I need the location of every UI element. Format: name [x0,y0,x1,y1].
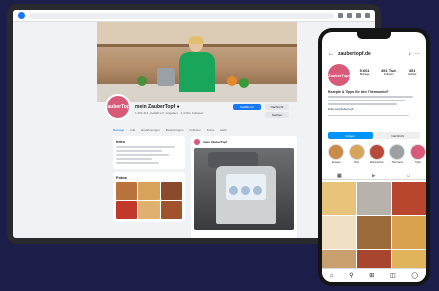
post-thumb[interactable] [392,216,426,249]
bottom-nav: ⌂ ⚲ ⊞ ◫ ◯ [322,268,426,282]
instagram-profile-screen: ← zaubertopf.de ♪ ⋯ ZauberTopf 5.661 Bei… [322,32,426,282]
post-author[interactable]: mein ZauberTopf [203,140,227,144]
tagged-tab-icon[interactable]: ☺ [406,173,411,179]
tab-photos[interactable]: Fotos [207,128,215,132]
follow-button[interactable]: Folgen [328,132,373,139]
post-grid [322,182,426,282]
profile-avatar[interactable]: ZauberTopf [328,64,350,86]
intro-card: Intro [113,136,185,169]
profile-header: ← zaubertopf.de ♪ ⋯ [328,50,420,58]
message-button[interactable]: Nachricht [265,104,289,110]
tab-followers[interactable]: Follower [189,128,200,132]
photo-grid [116,182,182,219]
post-thumb[interactable] [322,216,356,249]
thermomix-image [216,166,276,224]
intro-title: Intro [116,139,125,144]
profile-tabs: ▦ ▶ ☺ [322,172,426,180]
phone-device: ← zaubertopf.de ♪ ⋯ ZauberTopf 5.661 Bei… [318,28,430,286]
stat-followers[interactable]: 491 Tsd. Follower [381,68,397,76]
post-thumb[interactable] [392,182,426,215]
profile-stats: 5.661 Beiträge 491 Tsd. Follower 351 Gef… [354,68,422,76]
add-post-icon[interactable]: ⊞ [369,272,374,279]
tab-reviews[interactable]: Bewertungen [166,128,184,132]
highlight-item[interactable]: Thermomix [389,144,406,164]
photo-thumb[interactable] [116,201,138,219]
page-avatar[interactable]: ZauberTopf [104,94,132,120]
post-thumb[interactable] [322,182,356,215]
browser-bar [13,10,375,22]
profile-bio: Rezepte & Tipps für den Thermomix® linkt… [328,90,420,118]
cover-photo [97,22,297,102]
bio-link[interactable]: linktr.ee/zaubertopf [328,107,420,111]
grid-tab-icon[interactable]: ▦ [337,173,342,179]
stat-posts[interactable]: 5.661 Beiträge [360,68,370,76]
profile-icon[interactable]: ◯ [411,272,418,279]
page-header: ZauberTopf mein ZauberTopf ● 1.261.412 „… [97,94,297,126]
tab-posts[interactable]: Beiträge [113,128,124,132]
highlight-item[interactable]: Brot [348,144,365,164]
grid-menu-icon[interactable] [338,13,343,18]
highlight-item[interactable]: Tipps [409,144,426,164]
message-button[interactable]: Nachricht [375,132,420,139]
more-options-icon[interactable]: ⋯ [415,51,420,57]
post-video[interactable] [194,148,294,230]
post-avatar[interactable] [194,139,200,145]
messenger-icon[interactable] [347,13,352,18]
photo-thumb[interactable] [160,201,182,219]
bio-title: Rezepte & Tipps für den Thermomix® [328,90,389,94]
highlight-item[interactable]: Rezepte [328,144,345,164]
photo-thumb[interactable] [138,182,160,200]
search-input[interactable] [29,12,334,19]
right-column: mein ZauberTopf [191,136,297,238]
stat-following[interactable]: 351 Gefolgt [408,68,416,76]
shop-icon[interactable]: ◫ [390,272,396,279]
back-arrow-icon[interactable]: ← [328,51,334,57]
notifications-icon[interactable] [356,13,361,18]
profile-actions: Folgen Nachricht [328,132,420,139]
facebook-logo-icon[interactable] [18,12,25,19]
tab-more[interactable]: Mehr [220,128,227,132]
reels-tab-icon[interactable]: ▶ [372,173,376,179]
page-stats: 1.261.412 „Gefällt mir“-Angaben · 1,4 Mi… [135,111,204,115]
left-column: Intro Fotos [113,136,185,225]
post-card: mein ZauberTopf [191,136,297,238]
like-page-button[interactable]: Gefällt mir [233,104,261,110]
photos-title: Fotos [116,175,127,180]
highlight-item[interactable]: Weihnachten [369,144,386,164]
home-icon[interactable]: ⌂ [330,273,334,279]
story-highlights: Rezepte Brot Weihnachten Thermomix Tipps [328,144,426,164]
profile-username: zaubertopf.de [338,51,371,57]
account-icon[interactable] [365,13,370,18]
post-thumb[interactable] [357,182,391,215]
page-tabs: Beiträge Info Erwähnungen Bewertungen Fo… [113,128,227,132]
search-icon[interactable]: ⚲ [349,272,353,279]
post-thumb[interactable] [357,216,391,249]
photo-thumb[interactable] [116,182,138,200]
photo-thumb[interactable] [160,182,182,200]
photos-card: Fotos [113,172,185,222]
notification-bell-icon[interactable]: ♪ [409,51,412,57]
tab-about[interactable]: Info [130,128,135,132]
photo-thumb[interactable] [138,201,160,219]
search-button[interactable]: Suchen [265,112,289,118]
page-title: mein ZauberTopf ● [135,104,180,110]
tab-mentions[interactable]: Erwähnungen [141,128,160,132]
